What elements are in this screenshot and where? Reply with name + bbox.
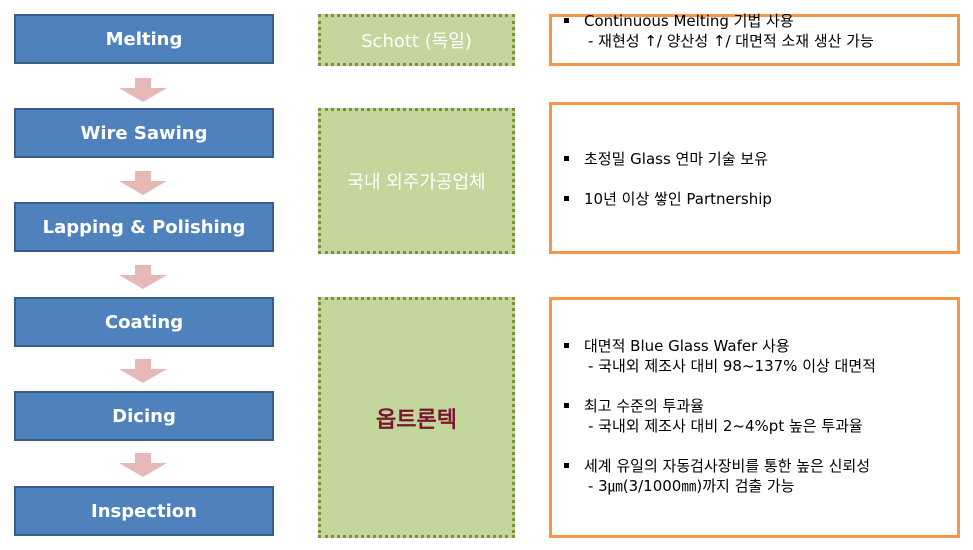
bullet-marker [564, 403, 569, 408]
vendor-domestic-outsourcer: 국내 외주가공업체 [318, 108, 515, 254]
step-label: Lapping & Polishing [42, 216, 246, 238]
down-arrow-icon [119, 359, 167, 383]
step-melting: Melting [14, 14, 274, 64]
detail-bullet: 초정밀 Glass 연마 기술 보유 [562, 149, 949, 169]
vendor-optrontec: 옵트론텍 [318, 297, 515, 538]
vendor-schott: Schott (독일) [318, 14, 515, 66]
down-arrow-icon [119, 171, 167, 195]
bullet-subtext: - 국내외 제조사 대비 2~4%pt 높은 투과율 [588, 417, 863, 435]
detail-box-optrontec: 대면적 Blue Glass Wafer 사용 - 국내외 제조사 대비 98~… [549, 297, 960, 538]
bullet-text: 초정밀 Glass 연마 기술 보유 [584, 150, 768, 168]
detail-bullet: 10년 이상 쌓인 Partnership [562, 189, 949, 209]
detail-box-melting: Continuous Melting 기법 사용 - 재현성 ↑/ 양산성 ↑/… [549, 11, 960, 66]
step-label: Melting [105, 28, 183, 50]
vendor-label: 옵트론텍 [376, 407, 457, 433]
bullet-marker [564, 156, 569, 161]
step-coating: Coating [14, 297, 274, 347]
step-label: Wire Sawing [80, 122, 208, 144]
step-dicing: Dicing [14, 391, 274, 441]
bullet-subtext: - 3㎛(3/1000㎜)까지 검출 가능 [588, 477, 795, 495]
step-label: Inspection [91, 500, 197, 522]
detail-box-polishing: 초정밀 Glass 연마 기술 보유 10년 이상 쌓인 Partnership [549, 102, 960, 254]
bullet-marker [564, 196, 569, 201]
bullet-text: 10년 이상 쌓인 Partnership [584, 190, 772, 208]
down-arrow-icon [119, 78, 167, 102]
vendor-label: Schott (독일) [361, 31, 472, 52]
bullet-text: 대면적 Blue Glass Wafer 사용 [584, 337, 790, 355]
step-label: Coating [104, 311, 184, 333]
step-inspection: Inspection [14, 486, 274, 536]
detail-bullet: Continuous Melting 기법 사용 - 재현성 ↑/ 양산성 ↑/… [562, 11, 949, 51]
down-arrow-icon [119, 453, 167, 477]
bullet-marker [564, 463, 569, 468]
bullet-subtext: - 국내외 제조사 대비 98~137% 이상 대면적 [588, 357, 876, 375]
detail-bullet: 세계 유일의 자동검사장비를 통한 높은 신뢰성 - 3㎛(3/1000㎜)까지… [562, 456, 949, 496]
bullet-text: Continuous Melting 기법 사용 [584, 12, 794, 30]
detail-bullet: 최고 수준의 투과율 - 국내외 제조사 대비 2~4%pt 높은 투과율 [562, 396, 949, 436]
step-lapping-polishing: Lapping & Polishing [14, 202, 274, 252]
bullet-text: 최고 수준의 투과율 [584, 397, 704, 415]
step-label: Dicing [112, 405, 176, 427]
bullet-text: 세계 유일의 자동검사장비를 통한 높은 신뢰성 [584, 457, 871, 475]
bullet-marker [564, 343, 569, 348]
down-arrow-icon [119, 265, 167, 289]
detail-bullet: 대면적 Blue Glass Wafer 사용 - 국내외 제조사 대비 98~… [562, 336, 949, 376]
bullet-marker [564, 18, 569, 23]
vendor-label: 국내 외주가공업체 [347, 172, 486, 193]
step-wire-sawing: Wire Sawing [14, 108, 274, 158]
bullet-subtext: - 재현성 ↑/ 양산성 ↑/ 대면적 소재 생산 가능 [588, 32, 874, 50]
